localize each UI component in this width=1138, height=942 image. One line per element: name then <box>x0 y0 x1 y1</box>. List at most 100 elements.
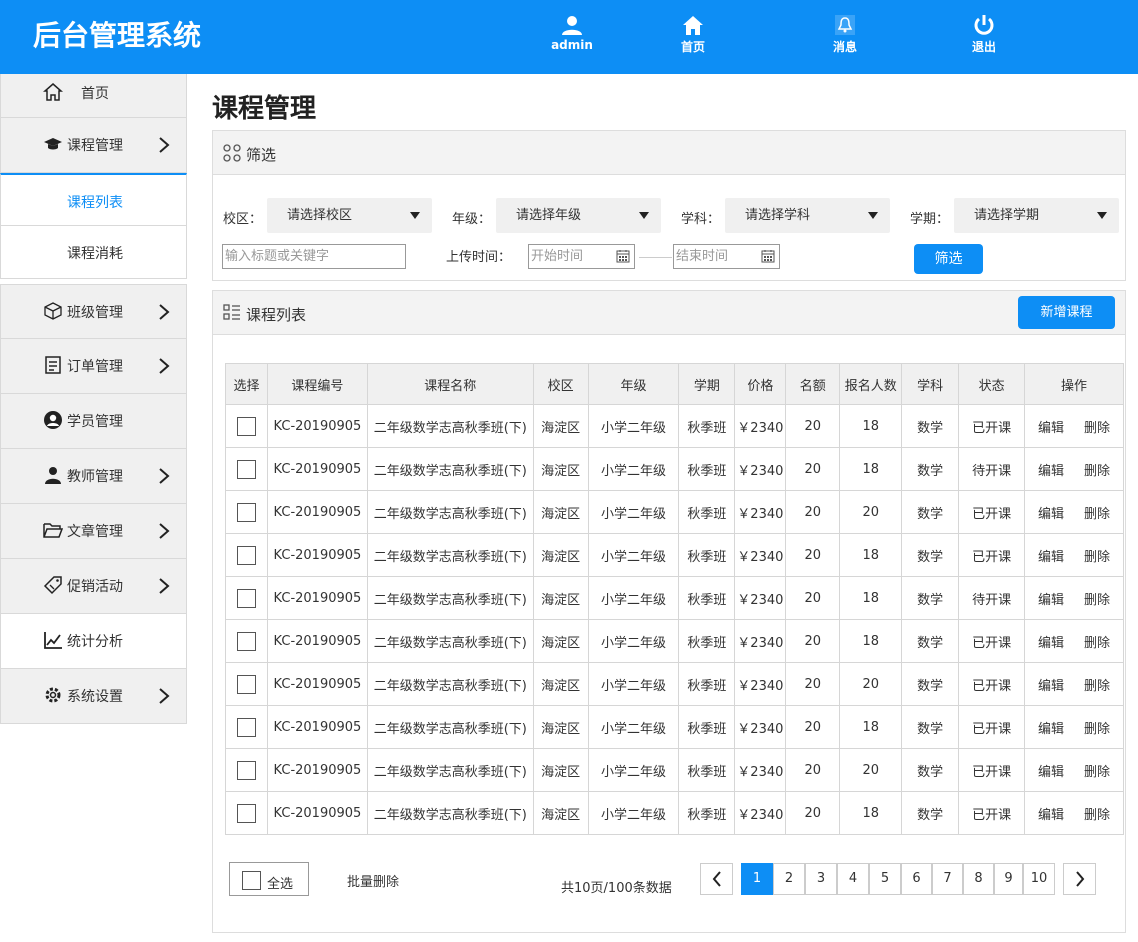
nav-user[interactable]: admin <box>537 14 607 52</box>
nav-home[interactable]: 首页 <box>658 14 728 55</box>
cell-term: 秋季班 <box>678 662 736 706</box>
row-checkbox[interactable] <box>236 803 256 823</box>
row-checkbox[interactable] <box>236 631 256 651</box>
sidebar-item-label: 统计分析 <box>67 634 123 650</box>
cell-quota: 20 <box>785 662 841 706</box>
cell-enrolled: 18 <box>839 705 903 749</box>
delete-link[interactable]: 删除 <box>1084 550 1110 565</box>
sidebar-subitem-course-consume[interactable]: 课程消耗 <box>0 226 187 279</box>
column-header: 价格 <box>734 363 787 405</box>
end-date-input[interactable]: 结束时间 <box>673 244 780 269</box>
delete-link[interactable]: 删除 <box>1084 722 1110 737</box>
delete-link[interactable]: 删除 <box>1084 808 1110 823</box>
delete-link[interactable]: 删除 <box>1084 421 1110 436</box>
edit-link[interactable]: 编辑 <box>1038 679 1064 694</box>
page-button[interactable]: 4 <box>837 863 869 895</box>
next-page-button[interactable] <box>1063 863 1096 895</box>
cell-grade: 小学二年级 <box>587 748 680 792</box>
page-button[interactable]: 2 <box>773 863 805 895</box>
sidebar-subitem-course-list[interactable]: 课程列表 <box>0 173 187 226</box>
sidebar-item-home[interactable]: 首页 <box>0 74 187 118</box>
page-button[interactable]: 1 <box>741 863 773 895</box>
edit-link[interactable]: 编辑 <box>1038 464 1064 479</box>
prev-page-button[interactable] <box>700 863 733 895</box>
row-checkbox[interactable] <box>236 717 256 737</box>
cell-campus: 海淀区 <box>532 447 589 491</box>
table-row: KC-20190905 二年级数学志高秋季班(下) 海淀区 小学二年级 秋季班 ￥2340… <box>225 447 1124 491</box>
page-button[interactable]: 9 <box>994 863 1023 895</box>
delete-link[interactable]: 删除 <box>1084 507 1110 522</box>
row-checkbox[interactable] <box>236 545 256 565</box>
delete-link[interactable]: 删除 <box>1084 636 1110 651</box>
sidebar-item-article[interactable]: 文章管理 <box>0 504 187 559</box>
batch-delete-link[interactable]: 批量删除 <box>347 871 399 890</box>
edit-link[interactable]: 编辑 <box>1038 636 1064 651</box>
row-checkbox[interactable] <box>236 459 256 479</box>
add-course-button[interactable]: 新增课程 <box>1018 296 1115 329</box>
start-date-input[interactable]: 开始时间 <box>528 244 635 269</box>
cell-subject: 数学 <box>901 705 960 749</box>
cell-term: 秋季班 <box>678 748 736 792</box>
cell-enrolled: 20 <box>839 662 903 706</box>
edit-link[interactable]: 编辑 <box>1038 593 1064 608</box>
grade-select[interactable]: 请选择年级 <box>496 198 661 233</box>
sidebar-item-stats[interactable]: 统计分析 <box>0 614 187 669</box>
page-button[interactable]: 6 <box>901 863 932 895</box>
delete-link[interactable]: 删除 <box>1084 679 1110 694</box>
subject-select-value: 请选择学科 <box>745 208 811 223</box>
edit-link[interactable]: 编辑 <box>1038 765 1064 780</box>
delete-link[interactable]: 删除 <box>1084 593 1110 608</box>
term-select[interactable]: 请选择学期 <box>954 198 1119 233</box>
row-checkbox[interactable] <box>236 502 256 522</box>
cell-subject: 数学 <box>901 791 960 835</box>
cell-term: 秋季班 <box>678 705 736 749</box>
sidebar-item-teacher[interactable]: 教师管理 <box>0 449 187 504</box>
page-button[interactable]: 10 <box>1023 863 1055 895</box>
sidebar-item-settings[interactable]: 系统设置 <box>0 669 187 724</box>
cell-status: 已开课 <box>958 490 1026 534</box>
row-checkbox[interactable] <box>236 760 256 780</box>
cell-grade: 小学二年级 <box>587 576 680 620</box>
page-button[interactable]: 5 <box>869 863 901 895</box>
cell-id: KC-20190905 <box>266 447 368 491</box>
sidebar-item-label: 学员管理 <box>67 414 123 430</box>
cell-name: 二年级数学志高秋季班(下) <box>366 748 534 792</box>
subject-select[interactable]: 请选择学科 <box>725 198 890 233</box>
page-button[interactable]: 8 <box>963 863 994 895</box>
nav-logout[interactable]: 退出 <box>949 14 1019 55</box>
table-row: KC-20190905 二年级数学志高秋季班(下) 海淀区 小学二年级 秋季班 ￥2340… <box>225 619 1124 663</box>
sidebar-item-promo[interactable]: 促销活动 <box>0 559 187 614</box>
select-all-checkbox[interactable]: 全选 <box>229 862 309 896</box>
row-checkbox[interactable] <box>236 416 256 436</box>
sidebar: 首页 课程管理 课程列表 课程消耗 班级管理 订单管理 学员管理 教师管理 文章… <box>0 74 187 724</box>
edit-link[interactable]: 编辑 <box>1038 550 1064 565</box>
cell-id: KC-20190905 <box>266 748 368 792</box>
edit-link[interactable]: 编辑 <box>1038 507 1064 522</box>
cell-subject: 数学 <box>901 662 960 706</box>
delete-link[interactable]: 删除 <box>1084 765 1110 780</box>
cell-term: 秋季班 <box>678 791 736 835</box>
power-icon <box>974 15 994 35</box>
sidebar-item-label: 班级管理 <box>67 305 123 321</box>
edit-link[interactable]: 编辑 <box>1038 421 1064 436</box>
keyword-input[interactable]: 输入标题或关键字 <box>222 244 406 269</box>
cell-price: ￥2340 <box>734 490 787 534</box>
page-button[interactable]: 3 <box>805 863 837 895</box>
row-checkbox[interactable] <box>236 674 256 694</box>
edit-link[interactable]: 编辑 <box>1038 722 1064 737</box>
nav-messages[interactable]: 消息 <box>810 14 880 55</box>
page-button[interactable]: 7 <box>932 863 963 895</box>
sidebar-item-order[interactable]: 订单管理 <box>0 339 187 394</box>
sidebar-item-student[interactable]: 学员管理 <box>0 394 187 449</box>
cell-term: 秋季班 <box>678 619 736 663</box>
row-checkbox[interactable] <box>236 588 256 608</box>
filter-button[interactable]: 筛选 <box>914 244 983 274</box>
edit-link[interactable]: 编辑 <box>1038 808 1064 823</box>
cell-grade: 小学二年级 <box>587 705 680 749</box>
delete-link[interactable]: 删除 <box>1084 464 1110 479</box>
sidebar-item-class[interactable]: 班级管理 <box>0 284 187 339</box>
sidebar-item-course[interactable]: 课程管理 <box>0 118 187 173</box>
campus-select[interactable]: 请选择校区 <box>267 198 432 233</box>
column-header: 操作 <box>1024 363 1124 405</box>
column-header: 报名人数 <box>839 363 903 405</box>
